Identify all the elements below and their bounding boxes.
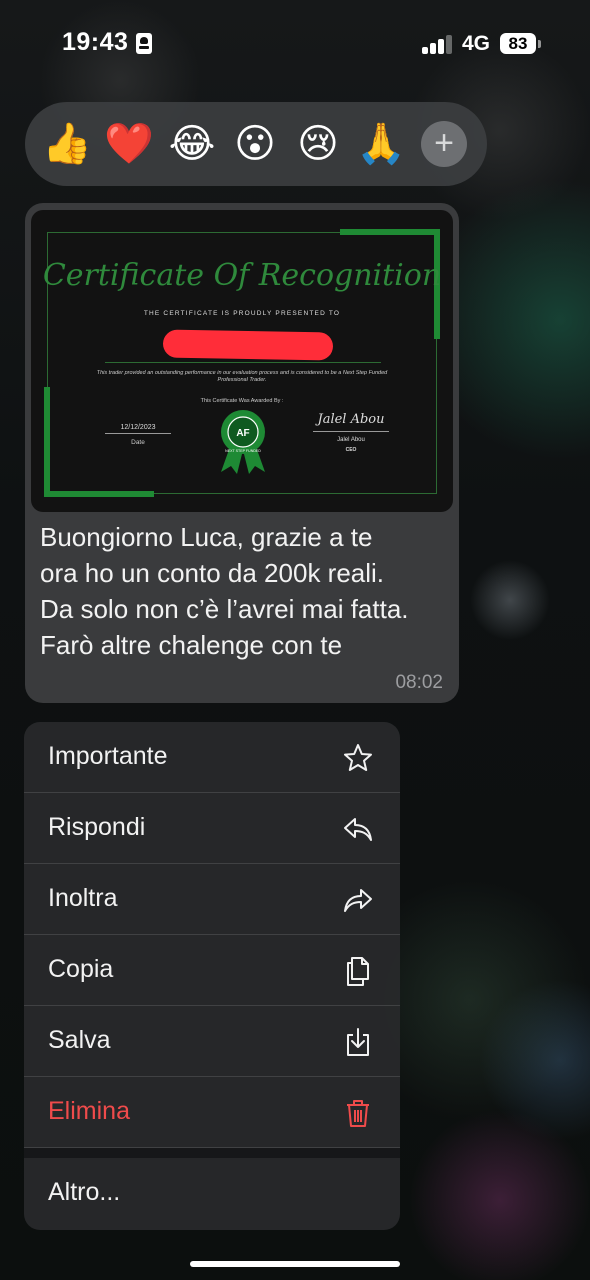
certificate-subtitle: THE CERTIFICATE IS PROUDLY PRESENTED TO <box>143 310 341 317</box>
menu-item-label: Inoltra <box>48 884 118 912</box>
save-icon <box>347 1028 369 1056</box>
message-bubble[interactable]: Certificate Of Recognition THE CERTIFICA… <box>25 203 459 703</box>
message-text: Buongiorno Luca, grazie a te ora ho un c… <box>40 522 409 660</box>
network-type: 4G <box>462 32 491 55</box>
menu-item-label: Copia <box>48 955 114 983</box>
more-reactions-button[interactable]: + <box>421 121 467 167</box>
certificate-signer-role: CEO <box>345 447 357 453</box>
cellular-signal-icon <box>422 34 454 54</box>
home-indicator[interactable] <box>190 1261 400 1267</box>
reaction-laughing[interactable]: 😂 <box>166 118 218 170</box>
certificate-description: This trader provided an outstanding perf… <box>96 370 388 383</box>
badge-text: NEXT STEP FUNDED <box>225 449 261 453</box>
reaction-praying[interactable]: 🙏 <box>355 118 407 170</box>
message-timestamp: 08:02 <box>395 672 443 693</box>
certificate-date: 12/12/2023 <box>105 424 171 434</box>
status-time: 19:43 <box>62 28 129 56</box>
copy-icon <box>347 957 369 986</box>
menu-item-label: Importante <box>48 742 168 770</box>
certificate-signature: Jalel Abou <box>313 412 389 432</box>
certificate-image[interactable]: Certificate Of Recognition THE CERTIFICA… <box>31 210 453 512</box>
menu-item-elimina[interactable]: Elimina <box>24 1077 400 1148</box>
svg-text:AF: AF <box>236 428 249 439</box>
menu-separator <box>24 1148 400 1158</box>
menu-item-salva[interactable]: Salva <box>24 1006 400 1077</box>
menu-item-importante[interactable]: Importante <box>24 722 400 793</box>
menu-item-inoltra[interactable]: Inoltra <box>24 864 400 935</box>
reaction-surprised[interactable]: 😮 <box>229 118 281 170</box>
certificate-signer-name: Jalel Abou <box>337 437 365 443</box>
reaction-crying[interactable]: 😢 <box>292 118 344 170</box>
certificate-title: Certificate Of Recognition <box>42 258 442 293</box>
menu-item-label: Rispondi <box>48 813 146 841</box>
menu-item-label: Salva <box>48 1026 111 1054</box>
certificate-date-label: Date <box>131 439 145 446</box>
reply-icon <box>344 818 372 841</box>
certificate-awarded-by: This Certificate Was Awarded By : <box>200 398 284 404</box>
menu-item-label: Altro... <box>48 1178 121 1206</box>
menu-item-rispondi[interactable]: Rispondi <box>24 793 400 864</box>
trash-icon <box>347 1100 369 1127</box>
award-badge-icon: AF NEXT STEP FUNDED <box>221 410 265 474</box>
contact-card-icon <box>136 33 152 54</box>
reaction-bar: 👍 ❤️ 😂 😮 😢 🙏 + <box>25 102 487 186</box>
reaction-thumbs-up[interactable]: 👍 <box>41 118 93 170</box>
status-bar: 19:43 4G 83 <box>0 0 590 90</box>
star-icon <box>344 744 372 771</box>
redaction-mark <box>162 329 334 361</box>
menu-item-altro[interactable]: Altro... <box>24 1158 400 1229</box>
battery-tip <box>538 40 541 48</box>
menu-item-copia[interactable]: Copia <box>24 935 400 1006</box>
battery-icon: 83 <box>500 33 536 54</box>
reaction-heart[interactable]: ❤️ <box>103 118 155 170</box>
certificate-divider <box>105 362 381 363</box>
forward-icon <box>344 889 372 912</box>
message-context-menu: Importante Rispondi Inoltra Copia Salva … <box>24 722 400 1230</box>
menu-item-label: Elimina <box>48 1097 130 1125</box>
